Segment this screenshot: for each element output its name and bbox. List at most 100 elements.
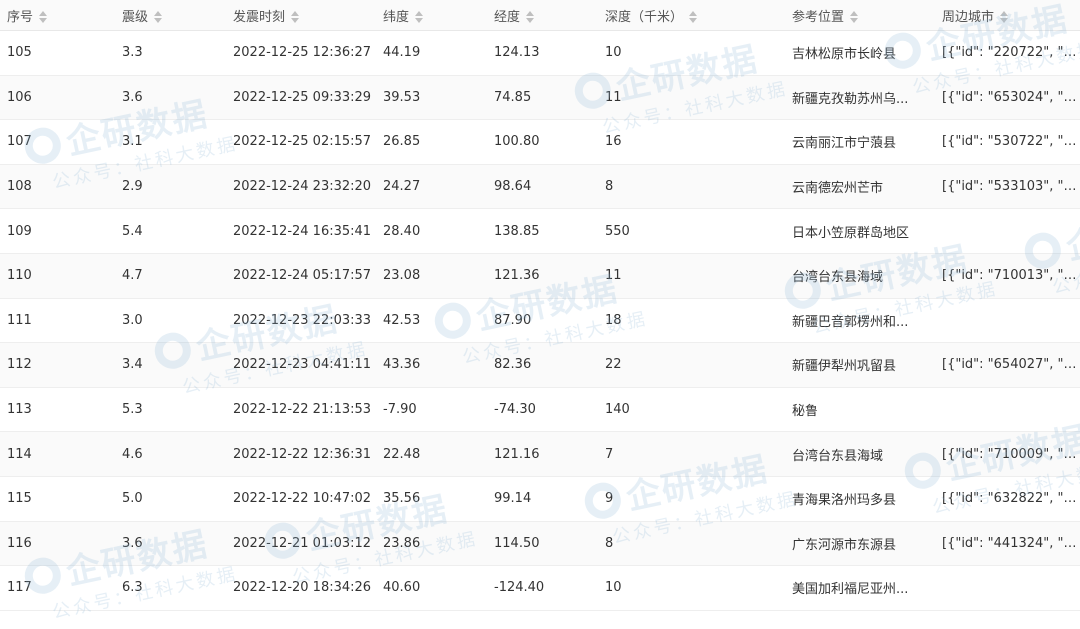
cell-location: 广东河源市东源县 [785, 521, 935, 567]
cell-time: 2022-12-22 21:13:53 [226, 387, 376, 433]
sort-icon[interactable] [154, 11, 163, 23]
table-row[interactable]: 107 3.1 2022-12-25 02:15:57 26.85 100.80 16 云南… [0, 119, 1080, 165]
header-col-depth[interactable]: 深度（千米） [598, 0, 785, 31]
cell-longitude: 124.13 [487, 30, 598, 76]
cell-seq: 109 [0, 208, 115, 254]
cell-longitude: 100.80 [487, 119, 598, 165]
cell-location: 云南丽江市宁蒗县 [785, 119, 935, 165]
cell-longitude: 99.14 [487, 476, 598, 522]
header-col-time[interactable]: 发震时刻 [226, 0, 376, 31]
cell-magnitude: 3.1 [115, 119, 226, 165]
cell-longitude: 74.85 [487, 75, 598, 121]
cell-time: 2022-12-25 02:15:57 [226, 119, 376, 165]
cell-magnitude: 3.0 [115, 298, 226, 344]
header-label: 周边城市 [942, 9, 995, 25]
cell-time: 2022-12-25 12:36:27 [226, 30, 376, 76]
sort-icon[interactable] [1000, 11, 1009, 23]
cell-location: 云南德宏州芒市 [785, 164, 935, 210]
sort-icon[interactable] [415, 11, 424, 23]
cell-nearby-cities: [{"id": "441324", "na... [935, 521, 1080, 567]
cell-time: 2022-12-23 22:03:33 [226, 298, 376, 344]
cell-latitude: 44.19 [376, 30, 487, 76]
cell-magnitude: 4.6 [115, 431, 226, 477]
cell-nearby-cities [935, 208, 1080, 254]
cell-nearby-cities: [{"id": "654027", "na... [935, 342, 1080, 388]
table-row[interactable]: 112 3.4 2022-12-23 04:41:11 43.36 82.36 22 新疆伊… [0, 342, 1080, 388]
cell-magnitude: 3.4 [115, 342, 226, 388]
cell-time: 2022-12-24 05:17:57 [226, 253, 376, 299]
table-row[interactable]: 117 6.3 2022-12-20 18:34:26 40.60 -124.40 10 美… [0, 565, 1080, 611]
cell-nearby-cities [935, 387, 1080, 433]
table-row[interactable]: 105 3.3 2022-12-25 12:36:27 44.19 124.13 10 吉林… [0, 30, 1080, 76]
sort-icon[interactable] [850, 11, 859, 23]
cell-location: 青海果洛州玛多县 [785, 476, 935, 522]
cell-latitude: 35.56 [376, 476, 487, 522]
cell-seq: 110 [0, 253, 115, 299]
header-col-longitude[interactable]: 经度 [487, 0, 598, 31]
header-label: 参考位置 [792, 9, 845, 25]
table-body: 105 3.3 2022-12-25 12:36:27 44.19 124.13 10 吉林… [0, 30, 1080, 611]
table-row[interactable]: 116 3.6 2022-12-21 01:03:12 23.86 114.50 8 广东河… [0, 521, 1080, 567]
cell-latitude: 23.86 [376, 521, 487, 567]
cell-depth: 16 [598, 119, 785, 165]
header-col-seq[interactable]: 序号 [0, 0, 115, 31]
table-row[interactable]: 114 4.6 2022-12-22 12:36:31 22.48 121.16 7 台湾台… [0, 431, 1080, 477]
table-row[interactable]: 109 5.4 2022-12-24 16:35:41 28.40 138.85 550 日… [0, 208, 1080, 254]
cell-location: 台湾台东县海域 [785, 253, 935, 299]
cell-latitude: 39.53 [376, 75, 487, 121]
cell-longitude: 121.16 [487, 431, 598, 477]
cell-longitude: 138.85 [487, 208, 598, 254]
cell-longitude: 121.36 [487, 253, 598, 299]
table-row[interactable]: 113 5.3 2022-12-22 21:13:53 -7.90 -74.30 140 秘… [0, 387, 1080, 433]
cell-time: 2022-12-20 18:34:26 [226, 565, 376, 611]
earthquake-table-container: 序号 震级 发震时刻 纬度 经度 深度（千米） 参考位置 周边城市 105 3.3 2022-12… [0, 0, 1080, 629]
cell-nearby-cities: [{"id": "653024", "na... [935, 75, 1080, 121]
sort-icon[interactable] [39, 11, 48, 23]
cell-location: 新疆伊犁州巩留县 [785, 342, 935, 388]
cell-magnitude: 5.3 [115, 387, 226, 433]
cell-magnitude: 3.3 [115, 30, 226, 76]
cell-nearby-cities [935, 565, 1080, 611]
header-col-latitude[interactable]: 纬度 [376, 0, 487, 31]
cell-location: 新疆克孜勒苏州乌... [785, 75, 935, 121]
cell-depth: 140 [598, 387, 785, 433]
cell-nearby-cities [935, 298, 1080, 344]
cell-time: 2022-12-22 10:47:02 [226, 476, 376, 522]
cell-depth: 22 [598, 342, 785, 388]
header-col-location[interactable]: 参考位置 [785, 0, 935, 31]
table-row[interactable]: 110 4.7 2022-12-24 05:17:57 23.08 121.36 11 台湾… [0, 253, 1080, 299]
table-row[interactable]: 115 5.0 2022-12-22 10:47:02 35.56 99.14 9 青海果洛… [0, 476, 1080, 522]
cell-magnitude: 5.4 [115, 208, 226, 254]
cell-latitude: 24.27 [376, 164, 487, 210]
header-col-nearby-cities[interactable]: 周边城市 [935, 0, 1080, 31]
header-col-magnitude[interactable]: 震级 [115, 0, 226, 31]
cell-depth: 11 [598, 75, 785, 121]
cell-nearby-cities: [{"id": "533103", "na... [935, 164, 1080, 210]
table-row[interactable]: 111 3.0 2022-12-23 22:03:33 42.53 87.90 18 新疆巴… [0, 298, 1080, 344]
cell-magnitude: 5.0 [115, 476, 226, 522]
cell-latitude: 23.08 [376, 253, 487, 299]
cell-longitude: 114.50 [487, 521, 598, 567]
cell-depth: 8 [598, 521, 785, 567]
sort-icon[interactable] [526, 11, 535, 23]
cell-seq: 112 [0, 342, 115, 388]
sort-icon[interactable] [291, 11, 300, 23]
sort-icon[interactable] [689, 11, 698, 23]
cell-time: 2022-12-24 16:35:41 [226, 208, 376, 254]
cell-nearby-cities: [{"id": "710009", "na... [935, 431, 1080, 477]
cell-seq: 107 [0, 119, 115, 165]
cell-latitude: 43.36 [376, 342, 487, 388]
cell-seq: 117 [0, 565, 115, 611]
table-row[interactable]: 106 3.6 2022-12-25 09:33:29 39.53 74.85 11 新疆克… [0, 75, 1080, 121]
cell-seq: 106 [0, 75, 115, 121]
cell-longitude: -124.40 [487, 565, 598, 611]
cell-depth: 18 [598, 298, 785, 344]
table-row[interactable]: 108 2.9 2022-12-24 23:32:20 24.27 98.64 8 云南德宏… [0, 164, 1080, 210]
cell-latitude: 26.85 [376, 119, 487, 165]
cell-depth: 8 [598, 164, 785, 210]
cell-magnitude: 3.6 [115, 75, 226, 121]
cell-seq: 114 [0, 431, 115, 477]
cell-time: 2022-12-23 04:41:11 [226, 342, 376, 388]
cell-latitude: 28.40 [376, 208, 487, 254]
cell-seq: 116 [0, 521, 115, 567]
